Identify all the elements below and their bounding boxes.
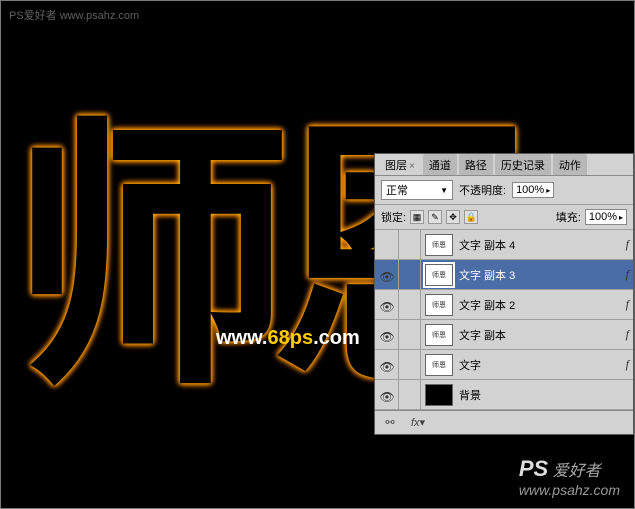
layer-row[interactable]: 师恩 文字 副本f — [375, 320, 633, 350]
tab-channels[interactable]: 通道 — [423, 154, 457, 175]
opacity-label: 不透明度: — [459, 182, 506, 198]
fx-indicator: f — [626, 297, 629, 312]
fx-indicator: f — [626, 327, 629, 342]
layer-name[interactable]: 文字 — [457, 357, 626, 373]
link-col[interactable] — [399, 290, 421, 319]
layer-name[interactable]: 背景 — [457, 387, 633, 403]
eye-icon — [380, 270, 394, 280]
lock-all-icon[interactable]: 🔒 — [464, 210, 478, 224]
fill-input[interactable]: 100%▸ — [585, 209, 627, 225]
thumb-preview: 师恩 — [432, 270, 446, 280]
layer-row[interactable]: 师恩 文字f — [375, 350, 633, 380]
layer-thumbnail[interactable]: 师恩 — [425, 324, 453, 346]
fx-icon[interactable]: fx▾ — [409, 415, 427, 431]
layer-list: 师恩文字 副本 4f师恩文字 副本 3f师恩文字 副本 2f师恩文字 副本f师恩… — [375, 230, 633, 410]
layer-thumbnail[interactable] — [425, 384, 453, 406]
fx-indicator: f — [626, 357, 629, 372]
wm-text: 爱好者 — [548, 463, 600, 480]
link-col[interactable] — [399, 380, 421, 409]
watermark-bottom: PS 爱好者 www.psahz.com — [519, 456, 620, 498]
visibility-toggle[interactable] — [375, 230, 399, 259]
wm-com: .com — [313, 327, 360, 349]
visibility-toggle[interactable] — [375, 290, 399, 319]
link-col[interactable] — [399, 260, 421, 289]
thumb-preview: 师恩 — [432, 240, 446, 250]
lock-paint-icon[interactable]: ✎ — [428, 210, 442, 224]
lock-move-icon[interactable]: ✥ — [446, 210, 460, 224]
eye-icon — [380, 300, 394, 310]
chevron-right-icon: ▸ — [546, 186, 550, 195]
wm-ps: PS — [519, 456, 548, 481]
layer-name[interactable]: 文字 副本 2 — [457, 297, 626, 313]
fx-indicator: f — [626, 237, 629, 252]
thumb-preview: 师恩 — [432, 360, 446, 370]
blend-mode-value: 正常 — [386, 182, 408, 198]
layer-row[interactable]: 师恩 文字 副本 2f — [375, 290, 633, 320]
lock-label: 锁定: — [381, 209, 406, 225]
layer-name[interactable]: 文字 副本 — [457, 327, 626, 343]
layer-name[interactable]: 文字 副本 4 — [457, 237, 626, 253]
wm-domain: 68ps — [267, 327, 313, 349]
watermark-center: www.68ps.com — [216, 327, 360, 350]
eye-icon — [380, 330, 394, 340]
tab-paths[interactable]: 路径 — [459, 154, 493, 175]
layer-row[interactable]: 师恩 文字 副本 4f — [375, 230, 633, 260]
lock-transparent-icon[interactable]: ▦ — [410, 210, 424, 224]
layer-thumbnail[interactable]: 师恩 — [425, 264, 453, 286]
link-col[interactable] — [399, 320, 421, 349]
link-col[interactable] — [399, 230, 421, 259]
visibility-toggle[interactable] — [375, 260, 399, 289]
watermark-top: PS爱好者 www.psahz.com — [9, 7, 139, 23]
fx-indicator: f — [626, 267, 629, 282]
layer-thumbnail[interactable]: 师恩 — [425, 294, 453, 316]
layer-row[interactable]: 师恩 文字 副本 3f — [375, 260, 633, 290]
thumb-preview: 师恩 — [432, 330, 446, 340]
wm-url: www.psahz.com — [519, 482, 620, 498]
link-col[interactable] — [399, 350, 421, 379]
thumb-preview: 师恩 — [432, 300, 446, 310]
layer-thumbnail[interactable]: 师恩 — [425, 234, 453, 256]
layer-name[interactable]: 文字 副本 3 — [457, 267, 626, 283]
eye-icon — [380, 360, 394, 370]
fill-label: 填充: — [556, 209, 581, 225]
tab-history[interactable]: 历史记录 — [495, 154, 551, 175]
chevron-right-icon: ▸ — [619, 213, 623, 222]
blend-mode-select[interactable]: 正常 ▼ — [381, 180, 453, 200]
visibility-toggle[interactable] — [375, 350, 399, 379]
panel-lock-row: 锁定: ▦ ✎ ✥ 🔒 填充: 100%▸ — [375, 205, 633, 230]
visibility-toggle[interactable] — [375, 320, 399, 349]
tab-layers[interactable]: 图层× — [379, 154, 421, 175]
layer-thumbnail[interactable]: 师恩 — [425, 354, 453, 376]
layer-row[interactable]: 背景 — [375, 380, 633, 410]
wm-www: www. — [216, 327, 267, 349]
link-icon[interactable]: ⚯ — [381, 415, 399, 431]
chevron-down-icon: ▼ — [440, 186, 448, 195]
panel-options-row: 正常 ▼ 不透明度: 100%▸ — [375, 176, 633, 205]
tab-actions[interactable]: 动作 — [553, 154, 587, 175]
visibility-toggle[interactable] — [375, 380, 399, 409]
opacity-input[interactable]: 100%▸ — [512, 182, 554, 198]
panel-tabs: 图层× 通道 路径 历史记录 动作 — [375, 154, 633, 176]
layers-panel: 图层× 通道 路径 历史记录 动作 正常 ▼ 不透明度: 100%▸ 锁定: ▦… — [374, 153, 634, 435]
panel-bottom-toolbar: ⚯ fx▾ — [375, 410, 633, 434]
eye-icon — [380, 390, 394, 400]
